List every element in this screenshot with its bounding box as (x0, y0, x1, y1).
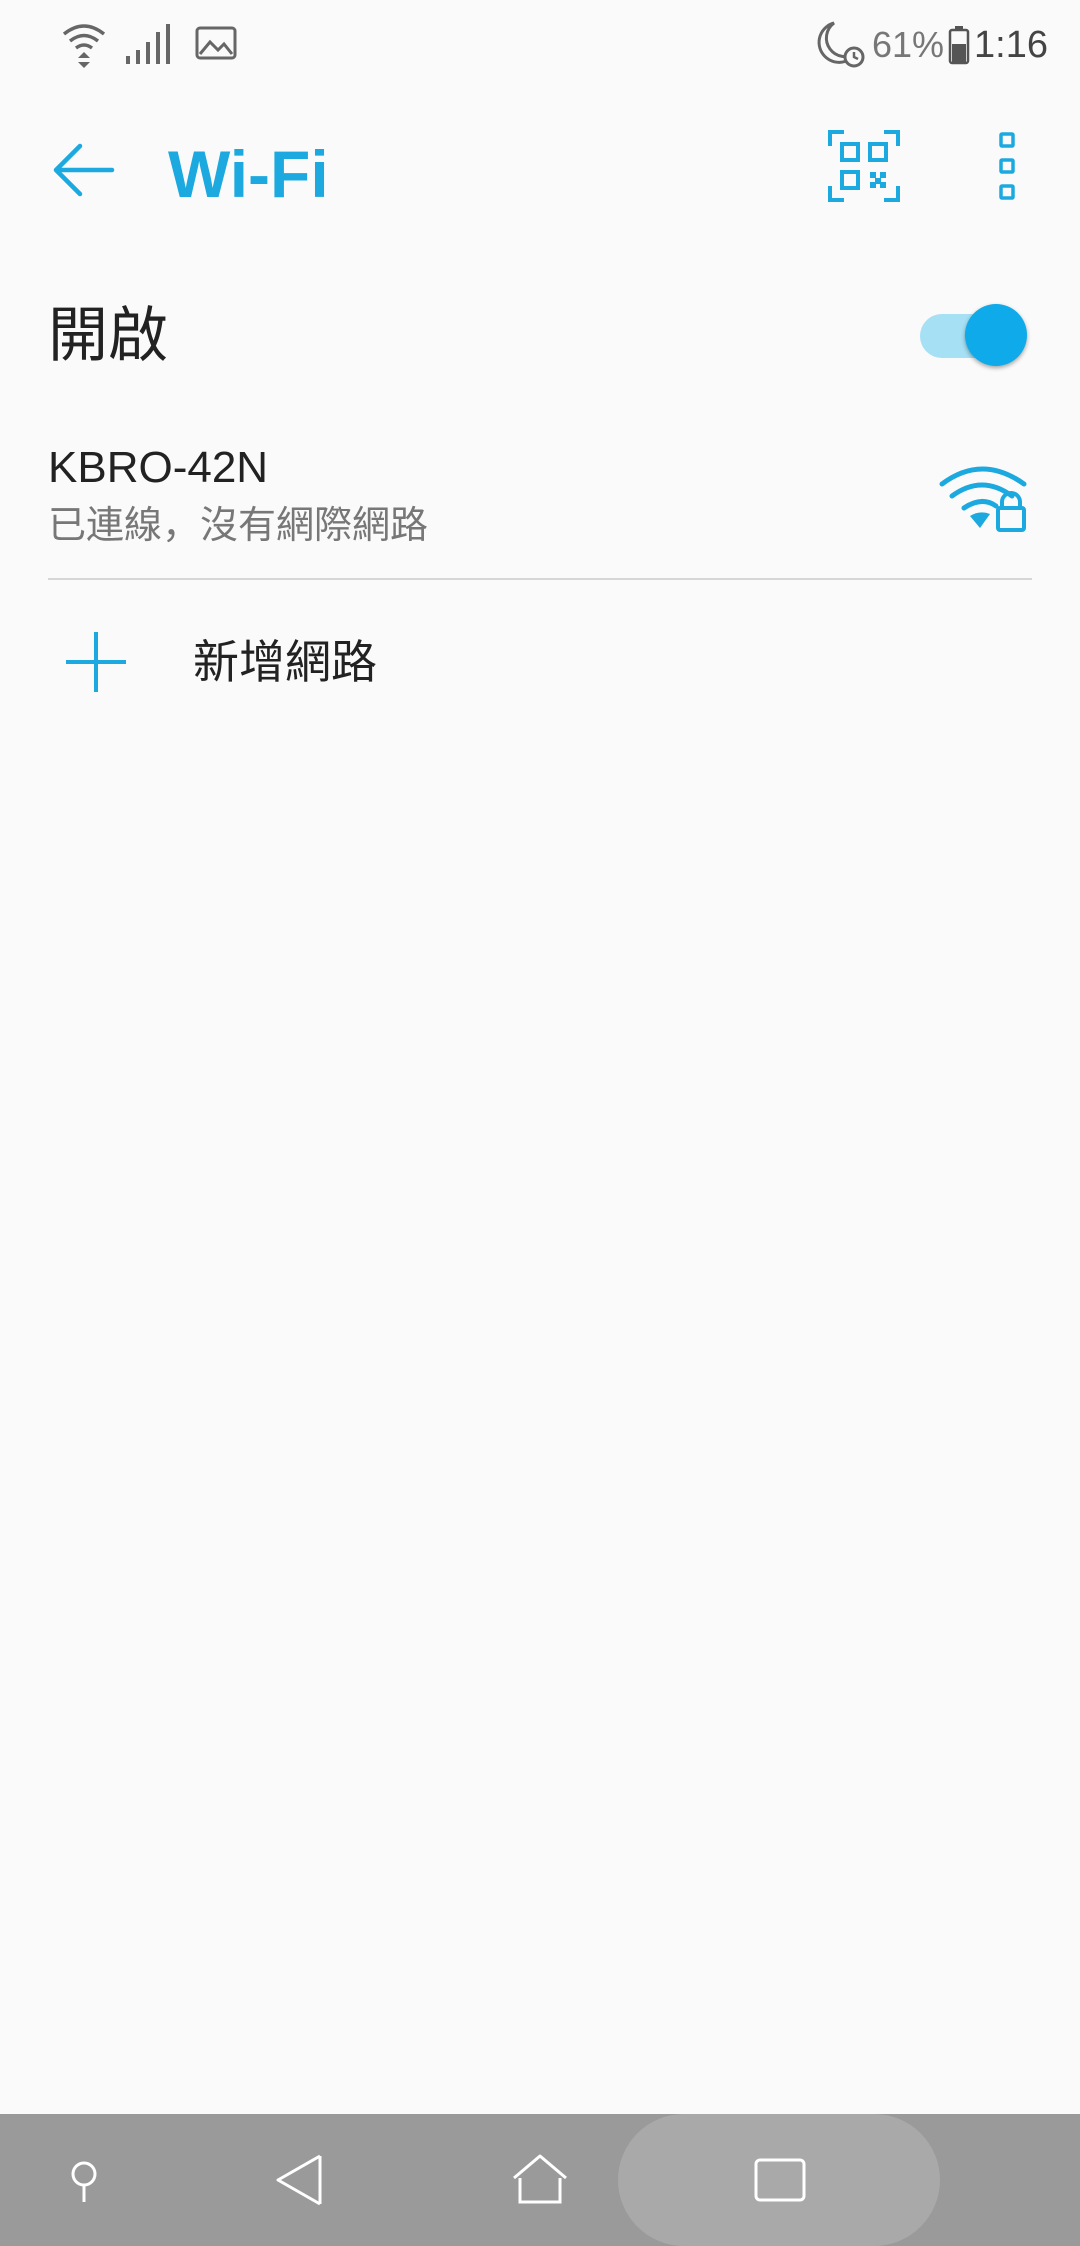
cell-signal-icon (126, 24, 170, 64)
status-bar: 61% 1:16 (0, 0, 1080, 90)
assistant-icon[interactable] (54, 2150, 114, 2210)
divider (48, 578, 1032, 580)
back-triangle-icon[interactable] (270, 2150, 330, 2210)
qr-code-icon[interactable] (828, 130, 900, 202)
add-network-item[interactable]: 新增網路 (0, 600, 1080, 730)
battery-icon (948, 26, 970, 65)
network-ssid: KBRO-42N (48, 443, 269, 492)
battery-percent: 61% (871, 24, 945, 65)
network-item[interactable]: KBRO-42N 已連線，沒有網際網路 (0, 430, 1080, 575)
more-vert-icon[interactable] (980, 130, 1036, 202)
wifi-toggle-row[interactable]: 開啟 (0, 260, 1080, 410)
wifi-switch[interactable] (920, 304, 1028, 368)
wifi-settings-screen: 61% 1:16 Wi-Fi 開啟 KBRO-42N 已連線，沒有網際網路 新增… (0, 0, 1080, 2246)
navigation-bar (0, 2114, 1080, 2246)
clock-time: 1:16 (974, 23, 1048, 66)
switch-thumb (965, 304, 1027, 366)
wifi-toggle-label: 開啟 (48, 301, 168, 371)
wifi-lock-icon (939, 466, 1027, 532)
image-icon (195, 26, 237, 60)
add-network-label: 新增網路 (193, 635, 377, 689)
recents-icon[interactable] (750, 2150, 810, 2210)
status-right-group: 61% 1:16 (812, 18, 1048, 72)
page-title: Wi-Fi (168, 137, 329, 211)
network-status: 已連線，沒有網際網路 (48, 503, 429, 547)
app-bar: Wi-Fi (0, 90, 1080, 255)
plus-icon (66, 632, 126, 692)
wifi-icon (62, 24, 106, 68)
home-icon[interactable] (510, 2150, 570, 2210)
moon-alarm-icon (817, 21, 865, 68)
arrow-back-icon[interactable] (44, 130, 124, 210)
